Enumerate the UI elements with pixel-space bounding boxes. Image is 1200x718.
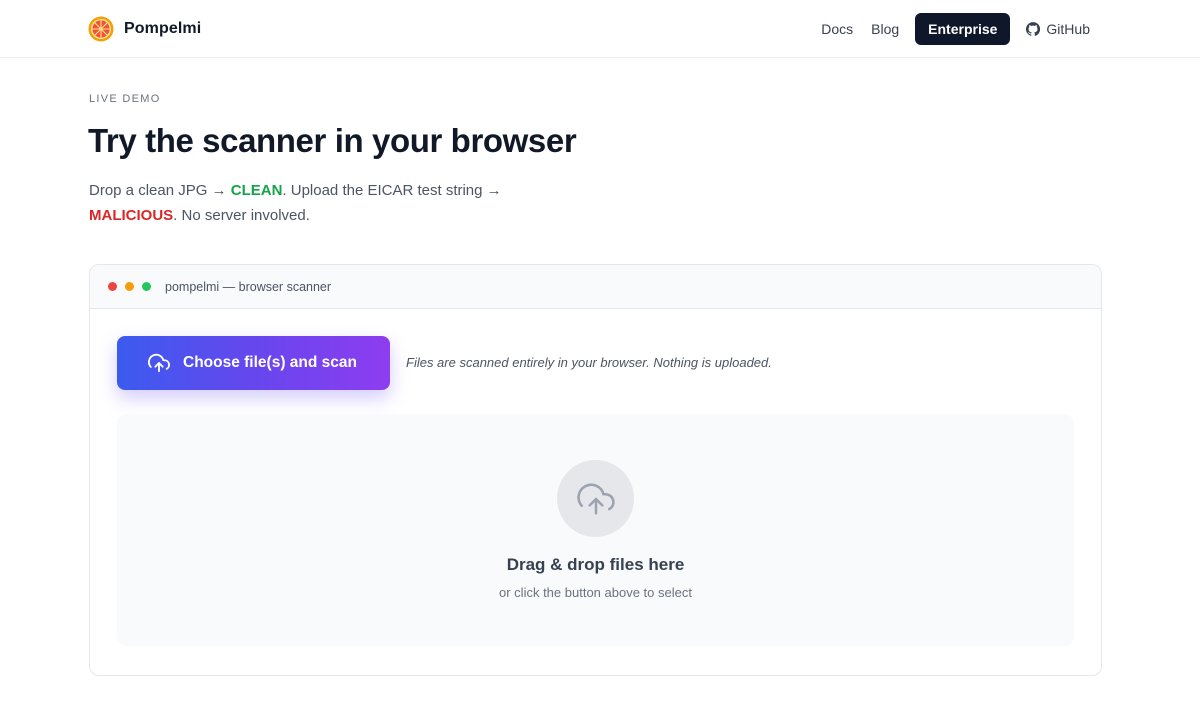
nav-enterprise-button[interactable]: Enterprise <box>915 13 1011 45</box>
subtitle-text-3: . No server involved. <box>173 207 310 224</box>
dropzone-title: Drag & drop files here <box>506 555 685 574</box>
subtitle-text-2: . Upload the EICAR test string → <box>282 182 502 199</box>
nav-blog-link[interactable]: Blog <box>871 21 899 37</box>
dropzone-subtitle: or click the button above to select <box>499 585 692 600</box>
upload-cloud-icon <box>576 482 615 515</box>
main-nav: Docs Blog Enterprise GitHub <box>821 13 1090 45</box>
choose-files-scan-button[interactable]: Choose file(s) and scan <box>117 336 390 390</box>
scan-button-label: Choose file(s) and scan <box>183 354 357 371</box>
privacy-hint: Files are scanned entirely in your brows… <box>406 355 772 370</box>
page-subtitle: Drop a clean JPG → CLEAN. Upload the EIC… <box>89 178 549 228</box>
github-icon <box>1026 22 1041 36</box>
nav-github-link[interactable]: GitHub <box>1026 21 1090 37</box>
brand[interactable]: Pompelmi <box>88 16 201 42</box>
upload-cloud-icon <box>148 353 170 373</box>
nav-docs-link[interactable]: Docs <box>821 21 853 37</box>
site-header: Pompelmi Docs Blog Enterprise GitHub <box>0 0 1200 58</box>
github-label: GitHub <box>1046 21 1090 37</box>
brand-name: Pompelmi <box>124 20 202 37</box>
malicious-verdict: MALICIOUS <box>89 207 174 224</box>
page-title: Try the scanner in your browser <box>88 122 577 159</box>
window-close-dot <box>108 282 117 291</box>
file-dropzone[interactable]: Drag & drop files here or click the butt… <box>117 414 1074 646</box>
grapefruit-logo-icon <box>88 16 114 42</box>
window-title: pompelmi — browser scanner <box>165 279 332 294</box>
window-maximize-dot <box>142 282 151 291</box>
clean-verdict: CLEAN <box>230 182 283 199</box>
window-minimize-dot <box>125 282 134 291</box>
scanner-window: pompelmi — browser scanner Choose file(s… <box>89 264 1102 676</box>
subtitle-text-1: Drop a clean JPG → <box>89 182 231 199</box>
eyebrow-label: LIVE DEMO <box>89 93 161 105</box>
window-titlebar: pompelmi — browser scanner <box>90 265 1101 309</box>
dropzone-icon-circle <box>557 460 634 537</box>
